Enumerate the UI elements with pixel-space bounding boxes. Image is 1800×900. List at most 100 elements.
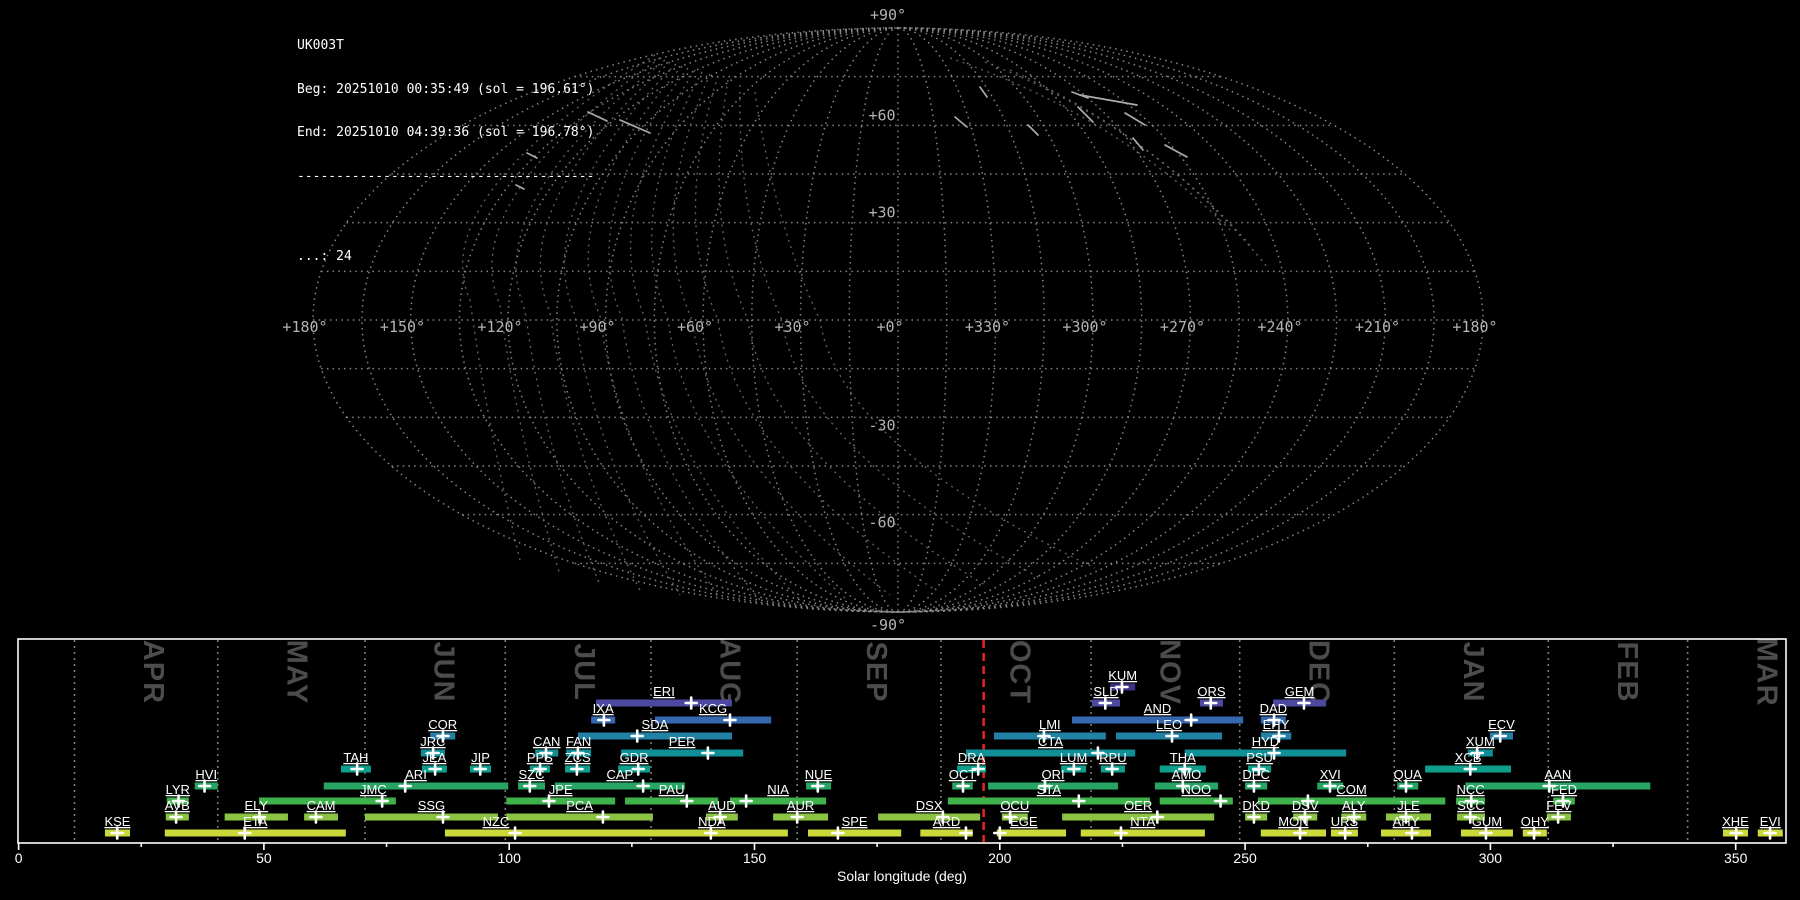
shower-label-AND: AND (1144, 701, 1171, 716)
shower-label-TAH: TAH (343, 750, 368, 765)
latitude-label: +90° (870, 6, 906, 24)
radiant-map-screen: +180° +150° +120° +90° +60° +30° +0° +330° +300°… (0, 0, 1800, 900)
shower-label-KCG: KCG (699, 701, 727, 716)
shower-label-XUM: XUM (1466, 734, 1495, 749)
shower-label-NDA: NDA (698, 814, 726, 829)
month-label: AUG (714, 638, 746, 705)
shower-label-XCB: XCB (1455, 750, 1482, 765)
equator-longitude-label: +180° (1452, 318, 1497, 336)
x-tick-label: 50 (256, 850, 272, 866)
shower-label-JLE: JLE (1397, 798, 1420, 813)
x-tick-label: 0 (15, 850, 23, 866)
shower-label-AUD: AUD (708, 798, 735, 813)
meteor-path-circle (984, 61, 1251, 246)
meteor-streak (619, 119, 651, 134)
month-label: NOV (1154, 639, 1186, 705)
shower-bar-ETA (164, 829, 346, 837)
meteor-streak (954, 116, 968, 128)
shower-label-SZC: SZC (519, 767, 545, 782)
x-tick-label: 150 (743, 850, 767, 866)
shower-label-GEM: GEM (1285, 684, 1315, 699)
meteor-streak (1077, 106, 1094, 123)
latitude-label: +30 (868, 204, 895, 222)
meteor-streak (1164, 144, 1188, 158)
shower-bar-SPE (807, 829, 902, 837)
month-label: OCT (1004, 640, 1036, 704)
month-label: MAR (1750, 637, 1782, 706)
meteor-count: ...: 24 (297, 249, 352, 264)
shower-label-DPC: DPC (1242, 767, 1269, 782)
shower-bar-NDA (582, 829, 788, 837)
shower-label-ARI: ARI (405, 767, 427, 782)
shower-label-HVI: HVI (195, 767, 217, 782)
separator-line: -------------------------------------- (297, 168, 595, 184)
shower-label-ECV: ECV (1488, 717, 1515, 732)
month-label: APR (137, 640, 169, 704)
shower-label-ELY: ELY (244, 798, 268, 813)
shower-label-THA: THA (1170, 750, 1196, 765)
equator-longitude-label: +90° (579, 318, 615, 336)
shower-label-AUR: AUR (787, 798, 814, 813)
shower-label-DKD: DKD (1242, 798, 1269, 813)
solar-longitude-timeline-chart: APR MAY JUN JUL AUG SEP OCT NOV DEC JAN FEB MARKUME… (15, 637, 1787, 884)
shower-bar-SSG (364, 813, 498, 821)
equator-longitude-label: +120° (477, 318, 522, 336)
month-label: MAY (280, 640, 312, 705)
equator-longitude-label: +240° (1257, 318, 1302, 336)
shower-label-GDR: GDR (620, 750, 649, 765)
meteor-streak (1124, 112, 1146, 126)
month-label: JAN (1457, 641, 1489, 702)
equator-longitude-label: +150° (380, 318, 425, 336)
shower-bar-PAU (624, 797, 719, 805)
latitude-label: -30 (868, 416, 895, 434)
equator-longitude-label: +330° (965, 318, 1010, 336)
shower-label-ERI: ERI (653, 684, 675, 699)
equator-longitude-label: +60° (677, 318, 713, 336)
latitude-label: -90° (870, 616, 906, 634)
month-label: FEB (1611, 642, 1643, 703)
shower-label-LMI: LMI (1039, 717, 1061, 732)
shower-label-NTA: NTA (1130, 814, 1155, 829)
latitude-label: +60 (868, 106, 895, 124)
shower-bar-STA (947, 797, 1150, 805)
shower-bar-DSX (878, 813, 981, 821)
meteor-streak (1132, 137, 1144, 151)
shower-bar-EGE (996, 829, 1067, 837)
shower-label-DRA: DRA (958, 750, 986, 765)
month-label: JUN (428, 641, 460, 702)
shower-label-CAP: CAP (606, 767, 633, 782)
shower-label-CTA: CTA (1038, 734, 1063, 749)
equator-longitude-label: +180° (282, 318, 327, 336)
x-tick-label: 250 (1233, 850, 1257, 866)
x-tick-label: 350 (1724, 850, 1748, 866)
shower-bar-SDA (577, 732, 732, 740)
shower-label-OCU: OCU (1000, 798, 1029, 813)
shower-label-COM: COM (1336, 782, 1366, 797)
meteor-path-circle (949, 57, 1231, 231)
shower-label-ETA: ETA (243, 814, 268, 829)
shower-label-NZC: NZC (483, 814, 510, 829)
meteor-streak (979, 86, 988, 98)
meteor-streak (1079, 94, 1138, 106)
shower-label-PCA: PCA (566, 798, 593, 813)
x-tick-label: 100 (498, 850, 522, 866)
shower-label-AVB: AVB (165, 798, 190, 813)
equator-longitude-label: +210° (1355, 318, 1400, 336)
shower-label-NOO: NOO (1181, 782, 1211, 797)
shower-label-AMO: AMO (1172, 767, 1202, 782)
shower-label-SSG: SSG (418, 798, 445, 813)
shower-bar-JPE (506, 797, 616, 805)
shower-label-EGE: EGE (1010, 814, 1038, 829)
shower-label-SDA: SDA (642, 717, 669, 732)
station-id: UK003T (297, 38, 344, 53)
shower-bar-NTA (1080, 829, 1205, 837)
shower-label-EHY: EHY (1263, 717, 1290, 732)
shower-bar-KCG (654, 716, 772, 724)
x-tick-label: 300 (1479, 850, 1503, 866)
equator-longitude-label: +0° (876, 318, 903, 336)
meridian-line (897, 27, 948, 613)
shower-label-CAM: CAM (307, 798, 336, 813)
equator-longitude-label: +30° (774, 318, 810, 336)
meteor-streak (1027, 124, 1039, 136)
shower-label-OER: OER (1124, 798, 1152, 813)
